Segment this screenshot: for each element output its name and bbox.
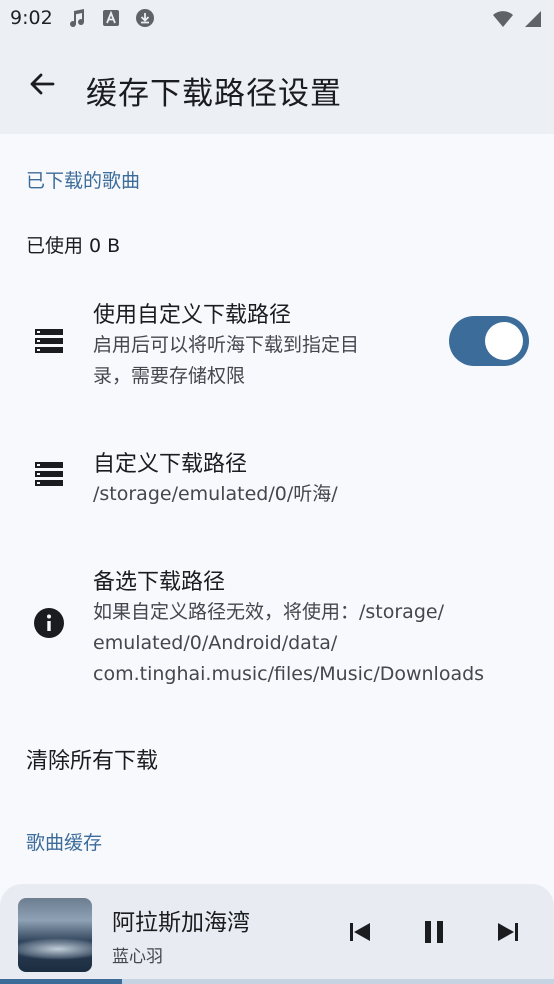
fallback-path-title: 备选下载路径 [93,570,226,595]
music-note-icon [66,7,88,29]
status-icons-right [492,8,544,30]
custom-path-switch[interactable] [449,316,529,366]
custom-path-toggle-title: 使用自定义下载路径 [93,303,292,328]
status-time: 9:02 [10,7,53,29]
back-arrow-icon [28,70,56,102]
next-button[interactable] [488,914,528,954]
playback-progress-bar[interactable] [0,979,554,984]
mini-player[interactable]: 阿拉斯加海湾 蓝心羽 [0,884,554,984]
info-icon [30,604,68,642]
skip-next-icon [496,921,520,947]
section-header-cache: 歌曲缓存 [26,832,103,854]
fallback-path-line-2: emulated/0/Android/data/ [93,632,338,654]
storage-usage-text: 已使用 0 B [26,235,121,257]
back-button[interactable] [22,66,62,106]
skip-previous-icon [348,921,372,947]
pause-icon [423,920,445,948]
pause-button[interactable] [414,914,454,954]
status-icons-left [66,7,156,29]
custom-path-toggle-subtitle-1: 启用后可以将听海下载到指定目 [93,334,360,356]
storage-icon [30,455,68,493]
previous-button[interactable] [340,914,380,954]
font-icon [100,7,122,29]
status-bar: 9:02 [0,0,554,40]
clear-all-downloads-button[interactable]: 清除所有下载 [26,743,158,775]
playback-progress-fill [0,979,122,984]
custom-path-title: 自定义下载路径 [93,452,248,477]
storage-icon [30,322,68,360]
page-title: 缓存下载路径设置 [86,76,342,112]
app-bar: 缓存下载路径设置 [0,40,554,134]
switch-knob [485,322,523,360]
section-header-downloaded: 已下载的歌曲 [26,170,141,192]
custom-path-value: /storage/emulated/0/听海/ [93,483,338,505]
signal-icon [522,8,544,30]
album-art[interactable] [18,898,92,972]
custom-path-toggle-subtitle-2: 录，需要存储权限 [93,365,246,387]
fallback-path-line-3: com.tinghai.music/files/Music/Downloads [93,663,485,685]
song-artist: 蓝心羽 [112,947,163,967]
song-title: 阿拉斯加海湾 [112,910,250,936]
wifi-icon [492,8,514,30]
fallback-path-line-1: 如果自定义路径无效，将使用：/storage/ [93,601,444,623]
download-icon [134,7,156,29]
